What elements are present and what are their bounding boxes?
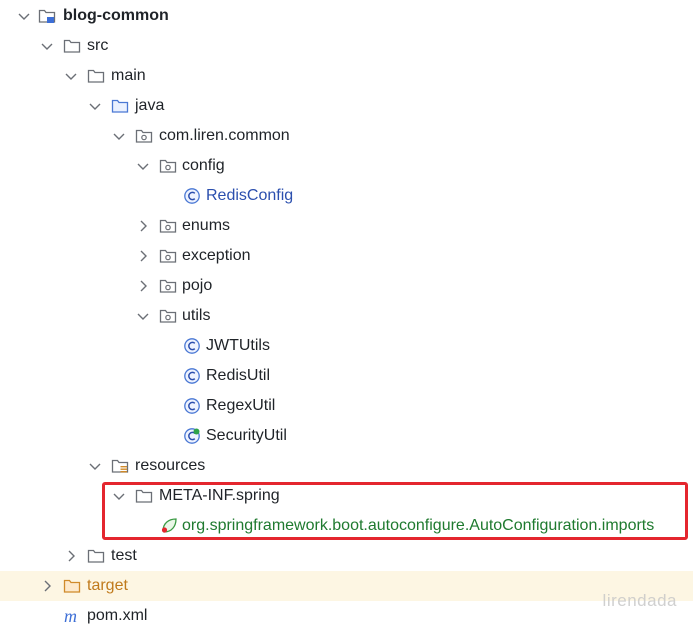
resources-folder-icon bbox=[111, 459, 129, 474]
package-name: enums bbox=[182, 217, 231, 234]
folder-name: java bbox=[135, 97, 165, 114]
tree-row-pojo[interactable]: pojo bbox=[0, 271, 693, 301]
tree-row-redisutil[interactable]: RedisUtil bbox=[0, 361, 693, 391]
module-folder-icon bbox=[38, 9, 56, 24]
package-icon bbox=[159, 249, 177, 263]
excluded-folder-icon bbox=[63, 579, 81, 593]
class-name: SecurityUtil bbox=[206, 427, 287, 444]
module-name: blog-common bbox=[63, 7, 169, 24]
package-name: pojo bbox=[182, 277, 213, 294]
class-name: RedisConfig bbox=[206, 187, 294, 204]
package-name: config bbox=[182, 157, 225, 174]
package-icon bbox=[135, 129, 153, 143]
tree-row-redisconfig[interactable]: RedisConfig bbox=[0, 181, 693, 211]
tree-row-jwtutils[interactable]: JWTUtils bbox=[0, 331, 693, 361]
file-name: pom.xml bbox=[87, 607, 148, 624]
package-name: com.liren.common bbox=[159, 127, 290, 144]
chevron-down-icon[interactable] bbox=[39, 38, 55, 54]
tree-row-src[interactable]: src bbox=[0, 31, 693, 61]
folder-icon bbox=[63, 39, 81, 53]
tree-row-regexutil[interactable]: RegexUtil bbox=[0, 391, 693, 421]
tree-row-resources[interactable]: resources bbox=[0, 451, 693, 481]
maven-icon bbox=[64, 607, 77, 625]
folder-name: main bbox=[111, 67, 146, 84]
tree-row-exception[interactable]: exception bbox=[0, 241, 693, 271]
tree-row-securityutil[interactable]: SecurityUtil bbox=[0, 421, 693, 451]
tree-row-enums[interactable]: enums bbox=[0, 211, 693, 241]
tree-row-target[interactable]: target bbox=[0, 571, 693, 601]
folder-icon bbox=[87, 69, 105, 83]
package-icon bbox=[159, 279, 177, 293]
package-icon bbox=[159, 309, 177, 323]
chevron-right-icon[interactable] bbox=[135, 278, 151, 294]
tree-row-blog-common[interactable]: blog-common bbox=[0, 1, 693, 31]
project-tree: blog-common src main java com.liren.comm… bbox=[0, 0, 693, 627]
tree-row-test[interactable]: test bbox=[0, 541, 693, 571]
tree-row-main[interactable]: main bbox=[0, 61, 693, 91]
class-name: JWTUtils bbox=[206, 337, 270, 354]
chevron-right-icon[interactable] bbox=[135, 218, 151, 234]
chevron-down-icon[interactable] bbox=[135, 308, 151, 324]
folder-name: test bbox=[111, 547, 137, 564]
tree-row-package[interactable]: com.liren.common bbox=[0, 121, 693, 151]
package-name: exception bbox=[182, 247, 251, 264]
chevron-right-icon[interactable] bbox=[63, 548, 79, 564]
tree-row-config[interactable]: config bbox=[0, 151, 693, 181]
chevron-right-icon[interactable] bbox=[39, 578, 55, 594]
source-root-folder-icon bbox=[111, 99, 129, 113]
tree-row-java[interactable]: java bbox=[0, 91, 693, 121]
chevron-down-icon[interactable] bbox=[111, 128, 127, 144]
chevron-down-icon[interactable] bbox=[16, 8, 32, 24]
chevron-down-icon[interactable] bbox=[87, 458, 103, 474]
package-icon bbox=[159, 219, 177, 233]
folder-name: target bbox=[87, 577, 128, 594]
class-name: RegexUtil bbox=[206, 397, 276, 414]
chevron-right-icon[interactable] bbox=[135, 248, 151, 264]
folder-icon bbox=[87, 549, 105, 563]
class-icon bbox=[184, 398, 200, 414]
class-name: RedisUtil bbox=[206, 367, 271, 384]
package-name: utils bbox=[182, 307, 211, 324]
folder-name: resources bbox=[135, 457, 206, 474]
highlight-box bbox=[102, 482, 688, 540]
chevron-down-icon[interactable] bbox=[87, 98, 103, 114]
class-icon bbox=[184, 338, 200, 354]
watermark: lirendada bbox=[602, 591, 677, 610]
class-icon bbox=[184, 368, 200, 384]
chevron-down-icon[interactable] bbox=[135, 158, 151, 174]
tree-row-utils[interactable]: utils bbox=[0, 301, 693, 331]
class-modified-icon bbox=[184, 427, 201, 444]
package-icon bbox=[159, 159, 177, 173]
chevron-down-icon[interactable] bbox=[63, 68, 79, 84]
class-icon bbox=[184, 188, 200, 204]
folder-name: src bbox=[87, 37, 109, 54]
